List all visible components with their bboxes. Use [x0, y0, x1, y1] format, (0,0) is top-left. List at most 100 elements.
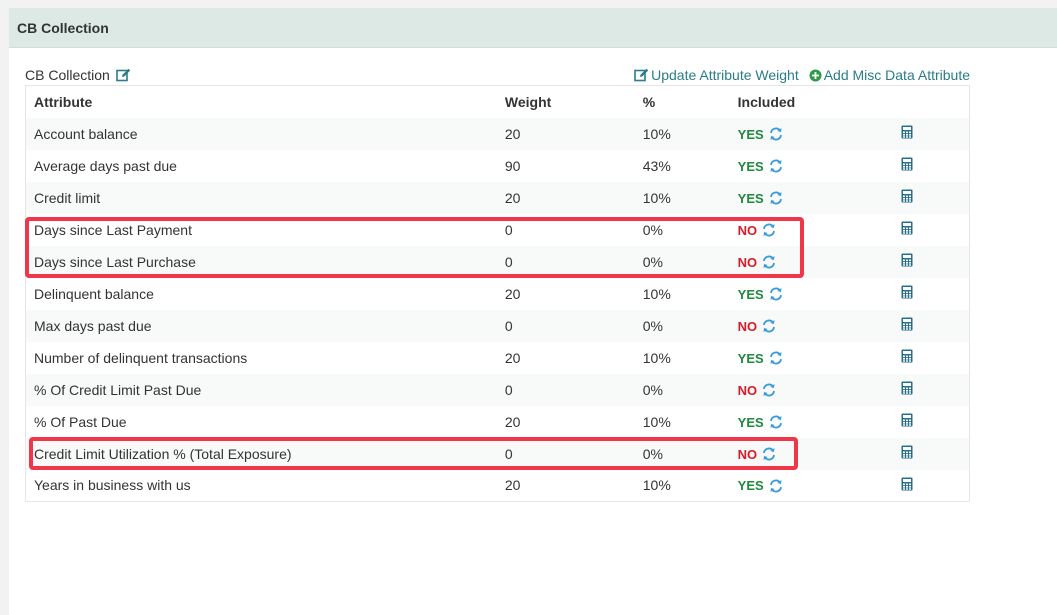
attribute-weight: 0	[496, 373, 635, 406]
attribute-percent: 10%	[634, 181, 730, 214]
included-label: YES	[737, 286, 764, 302]
calculator-cell	[884, 373, 970, 406]
attribute-weight: 0	[496, 245, 635, 278]
included-cell: YES	[729, 341, 885, 374]
attribute-name: % Of Credit Limit Past Due	[25, 373, 497, 406]
header-weight[interactable]: Weight	[496, 85, 635, 118]
included-label: NO	[737, 318, 758, 334]
attribute-name: Number of delinquent transactions	[25, 341, 497, 374]
attribute-name: Credit limit	[25, 181, 497, 214]
calculator-cell	[884, 341, 970, 374]
attribute-percent: 43%	[634, 149, 730, 182]
cb-collection-panel: CB Collection CB Collection Update Attri…	[9, 8, 1057, 615]
header-percent[interactable]: %	[634, 85, 730, 118]
attribute-weight: 20	[496, 469, 635, 502]
table-row: % Of Credit Limit Past Due 0 0% NO	[25, 373, 970, 406]
included-status: YES	[738, 127, 783, 142]
included-label: YES	[737, 190, 764, 206]
attribute-weight: 20	[496, 117, 635, 150]
calculator-icon[interactable]	[901, 221, 913, 235]
table-row: Max days past due 0 0% NO	[25, 309, 970, 342]
calculator-cell	[884, 277, 970, 310]
toggle-refresh-icon[interactable]	[762, 319, 776, 333]
header-included[interactable]: Included	[729, 85, 885, 118]
included-cell: YES	[729, 181, 885, 214]
included-label: YES	[737, 126, 764, 142]
edit-icon[interactable]	[116, 68, 131, 82]
calculator-cell	[884, 309, 970, 342]
included-cell: NO	[729, 309, 885, 342]
toggle-refresh-icon[interactable]	[769, 415, 783, 429]
toggle-refresh-icon[interactable]	[762, 255, 776, 269]
calculator-icon[interactable]	[901, 349, 913, 363]
calculator-icon[interactable]	[901, 317, 913, 331]
toggle-refresh-icon[interactable]	[762, 447, 776, 461]
calculator-icon[interactable]	[901, 157, 913, 171]
included-status: NO	[738, 383, 777, 398]
attribute-name: Credit Limit Utilization % (Total Exposu…	[25, 437, 497, 470]
included-label: YES	[737, 478, 764, 494]
attribute-weight: 0	[496, 437, 635, 470]
attribute-name: Years in business with us	[25, 469, 497, 502]
calculator-icon[interactable]	[901, 253, 913, 267]
calculator-cell	[884, 181, 970, 214]
included-cell: YES	[729, 277, 885, 310]
calculator-icon[interactable]	[901, 125, 913, 139]
calculator-cell	[884, 437, 970, 470]
attribute-name: Days since Last Purchase	[25, 245, 497, 278]
table-row: Credit limit 20 10% YES	[25, 181, 970, 214]
calculator-cell	[884, 149, 970, 182]
section-toolbar: CB Collection Update Attribute Weight Ad…	[25, 65, 970, 85]
included-cell: YES	[729, 469, 885, 502]
included-status: NO	[738, 319, 777, 334]
panel-title: CB Collection	[17, 19, 109, 36]
attribute-weight: 0	[496, 213, 635, 246]
calculator-cell	[884, 405, 970, 438]
included-status: YES	[738, 351, 783, 366]
update-attribute-weight-label: Update Attribute Weight	[651, 67, 799, 83]
included-cell: NO	[729, 245, 885, 278]
attribute-percent: 10%	[634, 277, 730, 310]
included-label: NO	[737, 254, 758, 270]
table-row: % Of Past Due 20 10% YES	[25, 405, 970, 438]
included-cell: YES	[729, 405, 885, 438]
included-status: YES	[738, 191, 783, 206]
add-misc-data-attribute-link[interactable]: Add Misc Data Attribute	[809, 67, 970, 83]
included-cell: YES	[729, 149, 885, 182]
toggle-refresh-icon[interactable]	[769, 191, 783, 205]
attribute-percent: 10%	[634, 469, 730, 502]
attribute-weight: 90	[496, 149, 635, 182]
toggle-refresh-icon[interactable]	[769, 479, 783, 493]
calculator-icon[interactable]	[901, 477, 913, 491]
attribute-weight: 20	[496, 405, 635, 438]
calculator-cell	[884, 245, 970, 278]
calculator-cell	[884, 117, 970, 150]
update-attribute-weight-link[interactable]: Update Attribute Weight	[634, 67, 799, 83]
toggle-refresh-icon[interactable]	[769, 159, 783, 173]
attribute-percent: 10%	[634, 341, 730, 374]
calculator-icon[interactable]	[901, 445, 913, 459]
table-row: Average days past due 90 43% YES	[25, 149, 970, 182]
attribute-table: Attribute Weight % Included Account bala…	[25, 85, 970, 502]
header-attribute[interactable]: Attribute	[25, 85, 497, 118]
included-label: YES	[737, 414, 764, 430]
toggle-refresh-icon[interactable]	[769, 127, 783, 141]
toggle-refresh-icon[interactable]	[769, 287, 783, 301]
section-actions: Update Attribute Weight Add Misc Data At…	[624, 67, 970, 83]
attribute-weight: 20	[496, 277, 635, 310]
attribute-percent: 10%	[634, 405, 730, 438]
panel-header: CB Collection	[9, 8, 1057, 48]
included-label: NO	[737, 222, 758, 238]
section-title-wrap: CB Collection	[25, 67, 131, 83]
attribute-weight: 20	[496, 341, 635, 374]
calculator-icon[interactable]	[901, 381, 913, 395]
toggle-refresh-icon[interactable]	[762, 223, 776, 237]
table-row: Delinquent balance 20 10% YES	[25, 277, 970, 310]
table-header-row: Attribute Weight % Included	[25, 85, 970, 118]
calculator-icon[interactable]	[901, 285, 913, 299]
calculator-icon[interactable]	[901, 413, 913, 427]
toggle-refresh-icon[interactable]	[769, 351, 783, 365]
toggle-refresh-icon[interactable]	[762, 383, 776, 397]
calculator-icon[interactable]	[901, 189, 913, 203]
calculator-cell	[884, 213, 970, 246]
